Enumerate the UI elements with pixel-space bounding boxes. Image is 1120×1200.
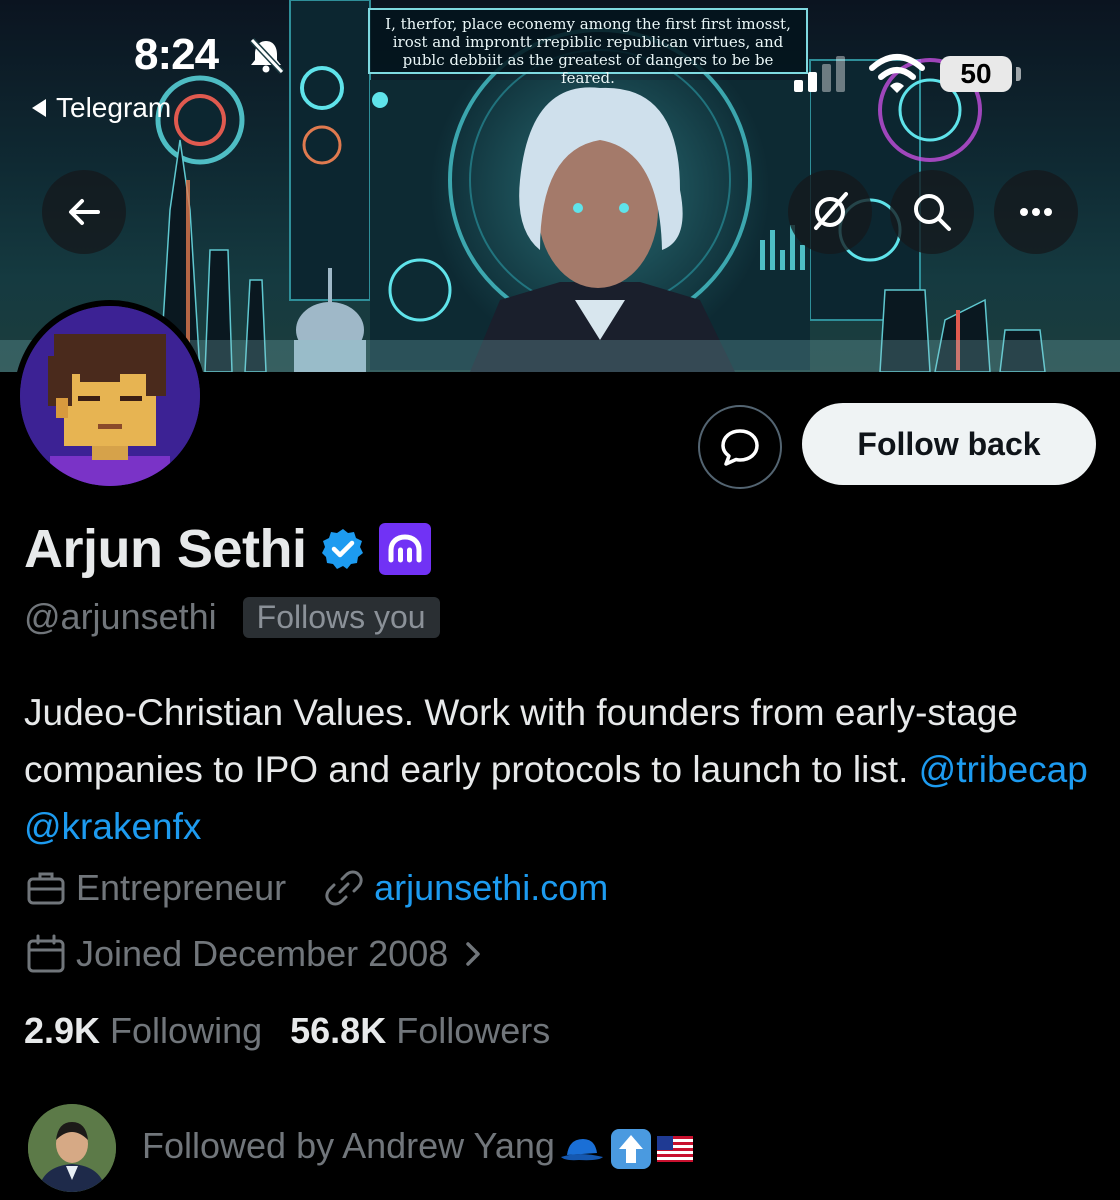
blue-cap-icon bbox=[560, 1138, 603, 1160]
kraken-affiliate-badge[interactable] bbox=[378, 523, 431, 575]
website-link[interactable]: arjunsethi.com bbox=[374, 867, 608, 909]
bell-slash-icon bbox=[249, 38, 285, 74]
message-button[interactable] bbox=[698, 405, 782, 489]
profile-handle: @arjunsethi bbox=[24, 596, 217, 637]
follow-back-button[interactable]: Follow back bbox=[802, 403, 1096, 485]
followers-label: Followers bbox=[396, 1010, 551, 1051]
search-icon bbox=[914, 194, 951, 231]
pixel-art-avatar-image bbox=[20, 306, 200, 486]
battery-indicator: 50 bbox=[940, 56, 1021, 92]
profile-name-row: Arjun Sethi bbox=[24, 518, 431, 580]
calendar-icon bbox=[27, 934, 65, 973]
message-bubble-icon bbox=[721, 429, 759, 466]
us-flag-icon bbox=[656, 1135, 693, 1162]
verified-badge-icon[interactable] bbox=[321, 527, 365, 571]
bio-text: Judeo-Christian Values. Work with founde… bbox=[24, 692, 1018, 790]
profile-meta-row: Entrepreneur arjunsethi.com bbox=[24, 866, 608, 910]
followers-stat[interactable]: 56.8K Followers bbox=[290, 1010, 550, 1052]
wifi-icon bbox=[869, 54, 925, 93]
followed-by-row[interactable]: Followed by Andrew Yang bbox=[28, 1104, 693, 1192]
followers-count: 56.8K bbox=[290, 1010, 387, 1051]
banner-quote-line: I, therfor, place econemy among the firs… bbox=[385, 15, 791, 33]
status-time: 8:24 bbox=[134, 30, 219, 79]
bio-mention-krakenfx[interactable]: @krakenfx bbox=[24, 806, 201, 847]
grok-button[interactable] bbox=[788, 170, 872, 254]
profile-name: Arjun Sethi bbox=[24, 519, 307, 579]
followed-by-label: Followed by Andrew Yang bbox=[142, 1125, 555, 1167]
back-arrow-icon bbox=[69, 199, 100, 225]
kraken-logo-icon bbox=[388, 534, 422, 563]
up-arrow-icon bbox=[610, 1128, 651, 1169]
joined-date-row[interactable]: Joined December 2008 bbox=[24, 932, 488, 976]
followed-by-text: Followed by Andrew Yang bbox=[142, 1125, 693, 1170]
following-stat[interactable]: 2.9K Following bbox=[24, 1010, 262, 1052]
banner-quote-line: publc debbiit as the greatest of dangers… bbox=[402, 51, 774, 87]
profile-avatar[interactable] bbox=[14, 300, 206, 492]
back-button[interactable] bbox=[42, 170, 126, 254]
back-triangle-icon bbox=[32, 99, 46, 117]
more-options-button[interactable] bbox=[994, 170, 1078, 254]
follower-photo-image bbox=[28, 1104, 116, 1192]
search-button[interactable] bbox=[890, 170, 974, 254]
profile-category: Entrepreneur bbox=[76, 867, 287, 908]
banner-quote-line: irost and improntt rrepiblic republican … bbox=[392, 33, 784, 51]
joined-date: Joined December 2008 bbox=[76, 933, 449, 974]
banner-quote: I, therfor, place econemy among the firs… bbox=[368, 8, 808, 87]
more-icon bbox=[1020, 208, 1052, 216]
follows-you-badge: Follows you bbox=[242, 596, 440, 638]
briefcase-icon bbox=[27, 872, 65, 905]
cellular-signal-icon bbox=[794, 56, 845, 92]
follow-stats: 2.9K Following 56.8K Followers bbox=[24, 1010, 550, 1052]
link-icon bbox=[325, 870, 363, 906]
following-label: Following bbox=[110, 1010, 263, 1051]
handle-row: @arjunsethi Follows you bbox=[24, 596, 440, 638]
following-count: 2.9K bbox=[24, 1010, 101, 1051]
bio-mention-tribecap[interactable]: @tribecap bbox=[919, 749, 1088, 790]
profile-bio: Judeo-Christian Values. Work with founde… bbox=[24, 684, 1094, 855]
chevron-right-icon bbox=[466, 942, 480, 966]
back-to-telegram-link[interactable]: Telegram bbox=[32, 92, 171, 124]
back-app-label: Telegram bbox=[56, 92, 172, 123]
grok-icon bbox=[814, 192, 848, 230]
follower-avatar bbox=[28, 1104, 116, 1192]
